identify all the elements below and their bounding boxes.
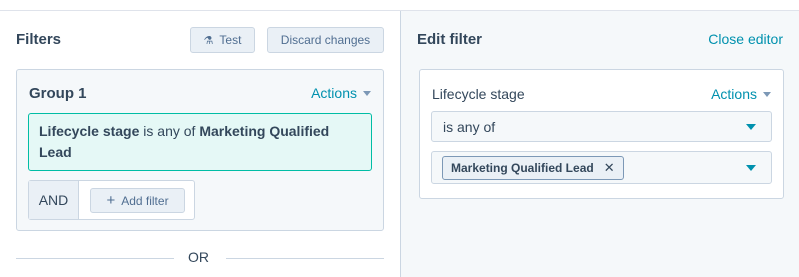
filter-property: Lifecycle stage bbox=[39, 123, 140, 139]
add-filter-label: Add filter bbox=[121, 193, 169, 208]
editor-actions-menu[interactable]: Actions bbox=[711, 86, 771, 102]
or-divider: OR bbox=[16, 248, 384, 268]
or-label: OR bbox=[188, 249, 209, 265]
plus-icon: + bbox=[106, 192, 116, 209]
and-label: AND bbox=[29, 181, 79, 219]
group-actions-menu[interactable]: Actions bbox=[311, 85, 371, 101]
close-icon[interactable]: ✕ bbox=[604, 160, 615, 176]
or-divider-line-left bbox=[16, 258, 174, 259]
discard-changes-button[interactable]: Discard changes bbox=[267, 27, 384, 53]
operator-select-value: is any of bbox=[443, 119, 496, 135]
flask-icon: ⚗ bbox=[203, 34, 214, 47]
filter-summary[interactable]: Lifecycle stage is any of Marketing Qual… bbox=[28, 113, 372, 171]
caret-down-icon bbox=[746, 165, 756, 171]
property-label: Lifecycle stage bbox=[432, 86, 525, 102]
edit-filter-card: Lifecycle stage Actions is any of Market… bbox=[419, 69, 784, 199]
chevron-down-icon bbox=[763, 91, 771, 97]
edit-filter-title: Edit filter bbox=[417, 31, 483, 48]
selected-value-tag-label: Marketing Qualified Lead bbox=[451, 161, 594, 175]
group-title: Group 1 bbox=[29, 85, 87, 102]
filters-title: Filters bbox=[16, 31, 62, 48]
caret-down-icon bbox=[746, 124, 756, 130]
or-divider-line-right bbox=[226, 258, 384, 259]
group-actions-label: Actions bbox=[311, 85, 357, 101]
value-select[interactable]: Marketing Qualified Lead ✕ bbox=[431, 151, 772, 184]
selected-value-tag: Marketing Qualified Lead ✕ bbox=[442, 156, 624, 180]
test-button-label: Test bbox=[219, 33, 242, 47]
discard-changes-label: Discard changes bbox=[280, 33, 371, 47]
chevron-down-icon bbox=[363, 90, 371, 96]
edit-filter-panel: Edit filter Close editor Lifecycle stage… bbox=[400, 11, 799, 277]
add-filter-button[interactable]: + Add filter bbox=[90, 188, 185, 213]
test-button[interactable]: ⚗ Test bbox=[190, 27, 255, 53]
editor-actions-label: Actions bbox=[711, 86, 757, 102]
close-editor-link[interactable]: Close editor bbox=[708, 31, 783, 47]
filters-panel: Filters ⚗ Test Discard changes Group 1 A… bbox=[0, 11, 400, 277]
top-divider bbox=[0, 0, 799, 11]
filter-operator: is any of bbox=[143, 123, 196, 139]
and-row: AND + Add filter bbox=[28, 180, 195, 220]
operator-select[interactable]: is any of bbox=[431, 111, 772, 142]
filter-group-card: Group 1 Actions Lifecycle stage is any o… bbox=[16, 69, 384, 231]
